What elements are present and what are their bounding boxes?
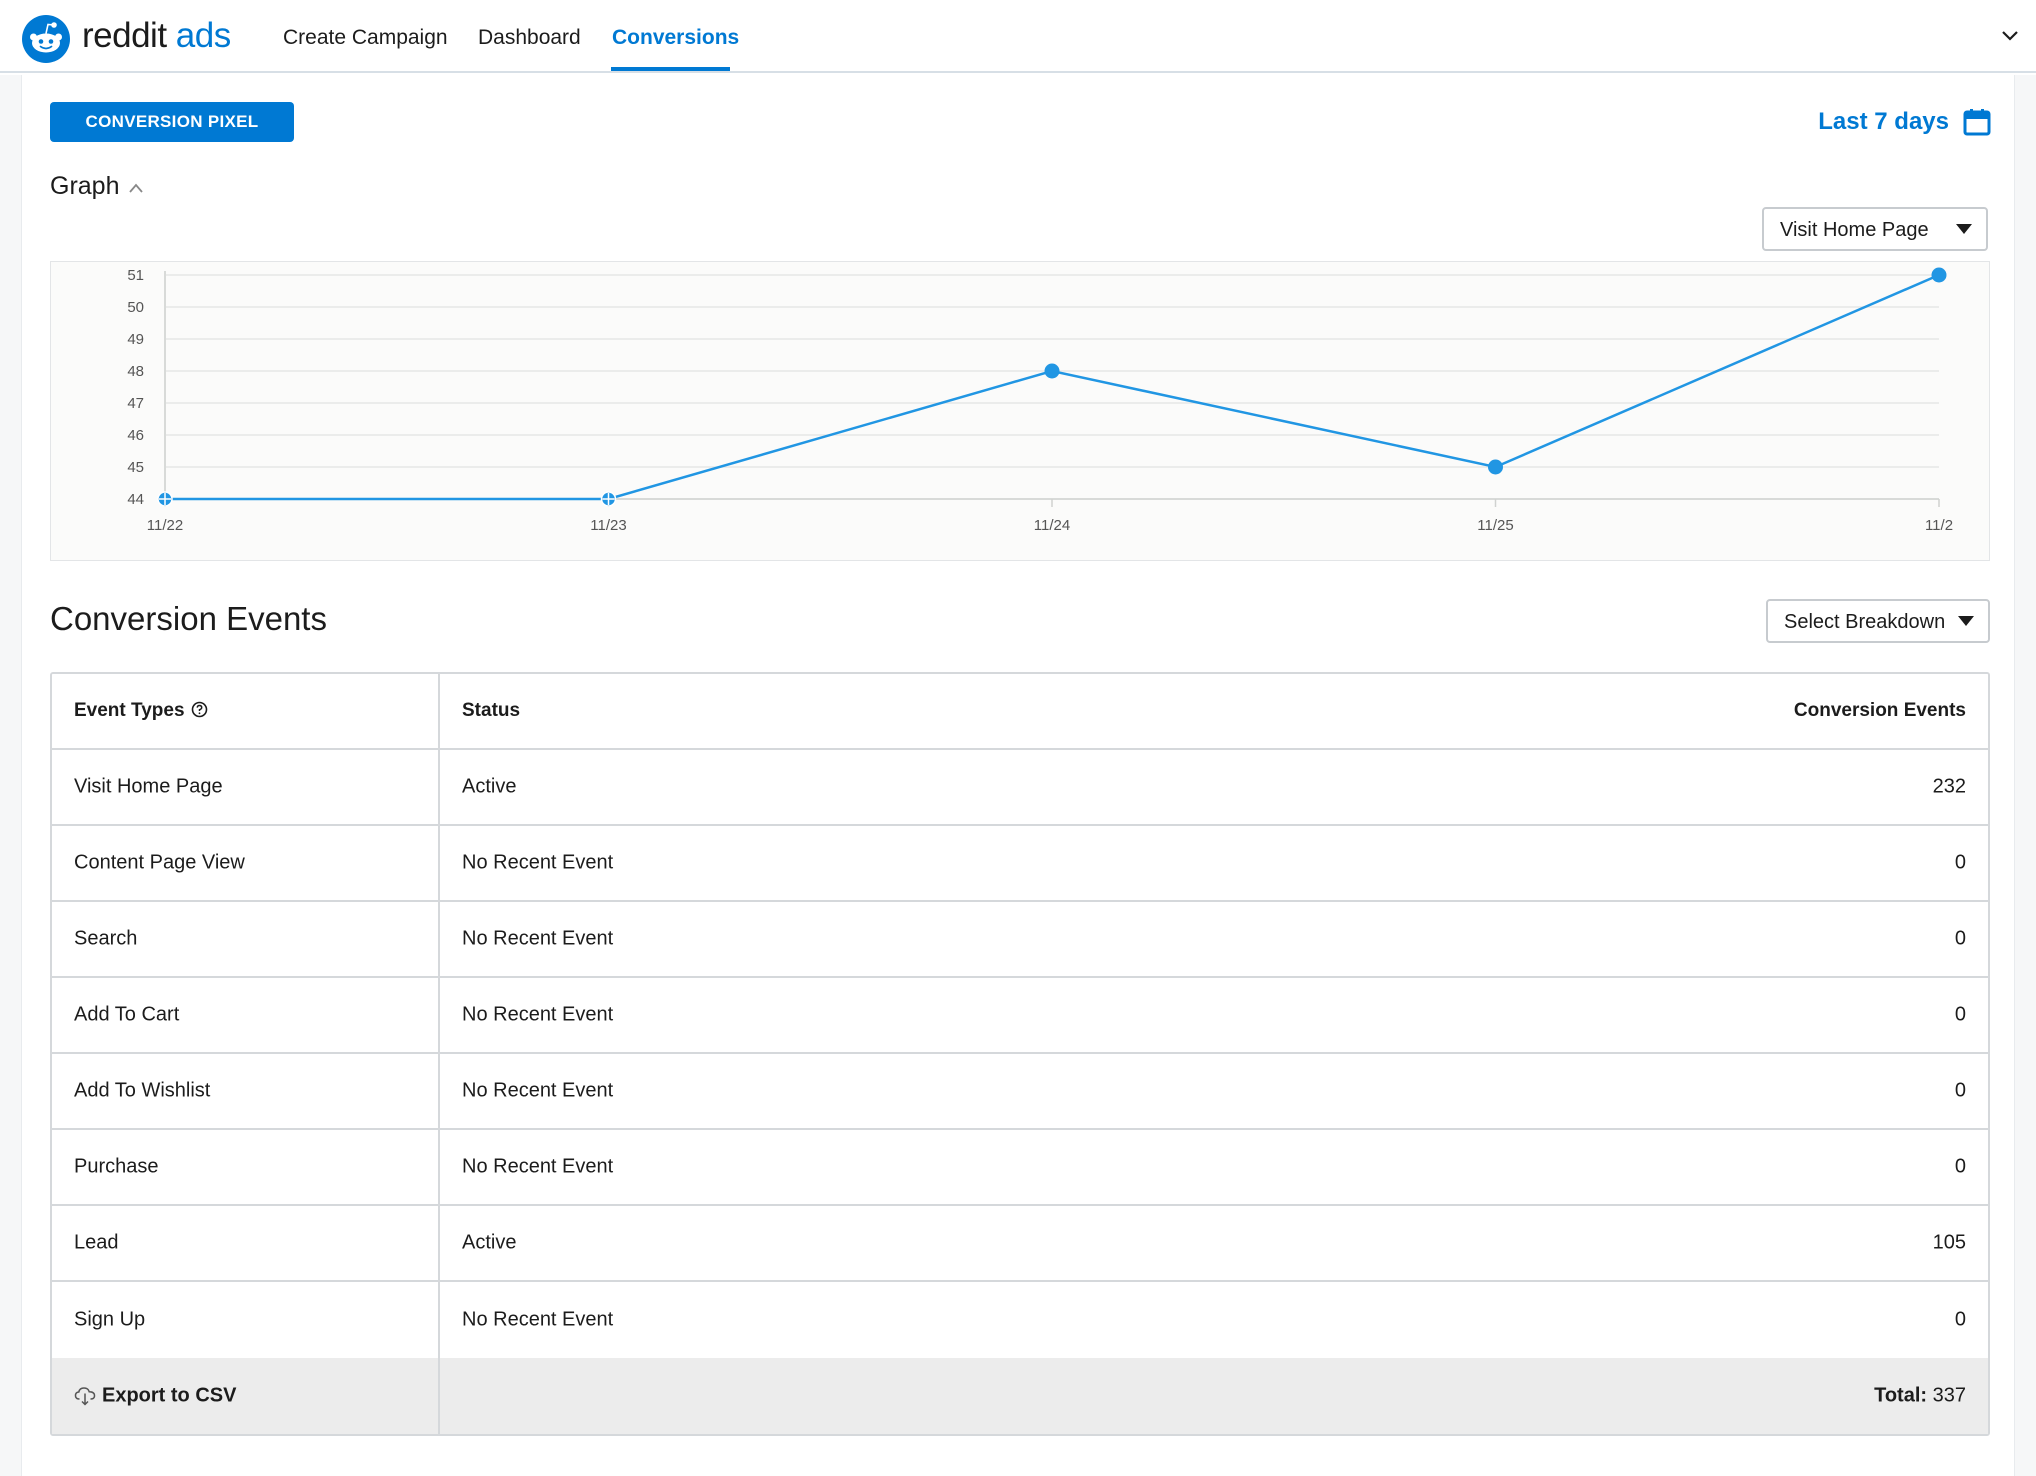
status-cell: No Recent Event (462, 1308, 614, 1331)
y-tick-label: 46 (127, 427, 144, 444)
data-point (1488, 459, 1503, 475)
status-cell: No Recent Event (462, 1079, 614, 1102)
x-tick-label: 11/23 (590, 517, 626, 534)
y-tick-label: 48 (127, 363, 144, 380)
breakdown-select-value: Select Breakdown (1784, 611, 1946, 633)
table-row: Add To Cart No Recent Event 0 (52, 978, 1988, 1054)
data-point (1931, 267, 1947, 283)
series-line (165, 273, 1940, 501)
total-value: 337 (1932, 1384, 1966, 1407)
caret-down-icon (1958, 616, 1974, 626)
x-tick-label: 11/25 (1477, 517, 1513, 534)
graph-event-select[interactable]: Visit Home Page (1762, 207, 1988, 251)
y-tick-label: 49 (127, 331, 144, 348)
table-row: Sign Up No Recent Event 0 (52, 1282, 1988, 1358)
event-type-cell: Purchase (74, 1155, 159, 1178)
table-row: Lead Active 105 (52, 1206, 1988, 1282)
conversion-count-cell: 0 (1954, 927, 1966, 950)
data-point (1044, 363, 1060, 379)
status-cell: No Recent Event (462, 851, 614, 874)
brand-ads-text: ads (175, 16, 231, 55)
conversion-count-cell: 232 (1932, 775, 1966, 798)
right-gutter (2014, 75, 2036, 1476)
calendar-icon[interactable] (1963, 108, 1991, 136)
active-tab-indicator (611, 67, 730, 71)
graph-event-select-value: Visit Home Page (1780, 219, 1929, 241)
conversion-events-title: Conversion Events (50, 600, 327, 637)
breakdown-select[interactable]: Select Breakdown (1766, 599, 1990, 643)
chevron-up-icon[interactable] (128, 181, 144, 195)
status-cell: No Recent Event (462, 927, 614, 950)
total-conversions: Total: 337 (1874, 1385, 1966, 1408)
export-csv-label: Export to CSV (102, 1384, 237, 1407)
status-cell: No Recent Event (462, 1155, 614, 1178)
status-cell: No Recent Event (462, 1003, 614, 1026)
conversion-count-cell: 0 (1954, 1079, 1966, 1102)
download-cloud-icon (74, 1387, 96, 1406)
date-range-picker[interactable]: Last 7 days (1818, 108, 1949, 136)
y-tick-label: 47 (127, 395, 144, 412)
conversion-count-cell: 105 (1932, 1231, 1966, 1254)
conversion-count-cell: 0 (1954, 851, 1966, 874)
table-header-row: Event Types Status Conversion Events (52, 674, 1988, 750)
event-type-cell: Search (74, 927, 138, 950)
reddit-logo-icon[interactable] (22, 15, 70, 63)
event-type-cell: Lead (74, 1231, 119, 1254)
event-type-cell: Visit Home Page (74, 775, 223, 798)
column-header-status: Status (462, 700, 521, 721)
graph-section-toggle[interactable]: Graph (50, 172, 119, 201)
table-row: Purchase No Recent Event 0 (52, 1130, 1988, 1206)
chevron-down-icon[interactable] (2000, 26, 2020, 46)
y-tick-label: 44 (127, 491, 144, 508)
status-cell: Active (462, 1231, 517, 1254)
status-cell: Active (462, 775, 517, 798)
chart-canvas: 44 45 46 47 48 49 50 51 11/22 11/23 11/24 11/25 11/2 (127, 267, 1953, 534)
table-row: Search No Recent Event 0 (52, 902, 1988, 978)
table-row: Visit Home Page Active 232 (52, 750, 1988, 826)
nav-create-campaign[interactable]: Create Campaign (283, 26, 448, 50)
event-type-cell: Sign Up (74, 1308, 146, 1331)
left-gutter (0, 75, 22, 1476)
brand-main-text: reddit (82, 16, 167, 55)
top-navigation-bar: reddit ads Create Campaign Dashboard Con… (0, 0, 2036, 73)
column-header-event-types: Event Types (74, 700, 208, 722)
nav-dashboard[interactable]: Dashboard (478, 26, 581, 50)
table-footer-row: Export to CSV Total: 337 (52, 1358, 1988, 1434)
table-body: Visit Home Page Active 232 Content Page Vie… (52, 750, 1988, 1358)
conversion-count-cell: 0 (1954, 1003, 1966, 1026)
y-tick-label: 50 (127, 299, 144, 316)
y-tick-label: 51 (127, 267, 144, 284)
conversions-line-chart: 44 45 46 47 48 49 50 51 11/22 11/23 11/24 11/25 11/2 (50, 261, 1990, 561)
x-tick-label: 11/22 (147, 517, 183, 534)
x-tick-label: 11/2 (1925, 517, 1953, 534)
brand-wordmark[interactable]: reddit ads (82, 16, 231, 56)
help-icon[interactable] (191, 701, 208, 718)
caret-down-icon (1956, 224, 1972, 234)
conversion-events-table: Event Types Status Conversion Events Vis… (50, 672, 1990, 1436)
event-type-cell: Add To Wishlist (74, 1079, 211, 1102)
export-csv-link[interactable]: Export to CSV (74, 1385, 236, 1408)
event-type-cell: Content Page View (74, 851, 245, 874)
conversion-count-cell: 0 (1954, 1308, 1966, 1331)
nav-conversions[interactable]: Conversions (612, 26, 739, 50)
x-tick-label: 11/24 (1034, 517, 1070, 534)
y-tick-label: 45 (127, 459, 144, 476)
table-row: Add To Wishlist No Recent Event 0 (52, 1054, 1988, 1130)
table-row: Content Page View No Recent Event 0 (52, 826, 1988, 902)
conversion-count-cell: 0 (1954, 1155, 1966, 1178)
event-type-cell: Add To Cart (74, 1003, 180, 1026)
total-label: Total: (1874, 1384, 1928, 1407)
conversion-pixel-button[interactable]: CONVERSION PIXEL (50, 102, 294, 142)
column-header-event-types-label: Event Types (74, 700, 185, 721)
column-header-conversion-events: Conversion Events (1793, 700, 1966, 721)
